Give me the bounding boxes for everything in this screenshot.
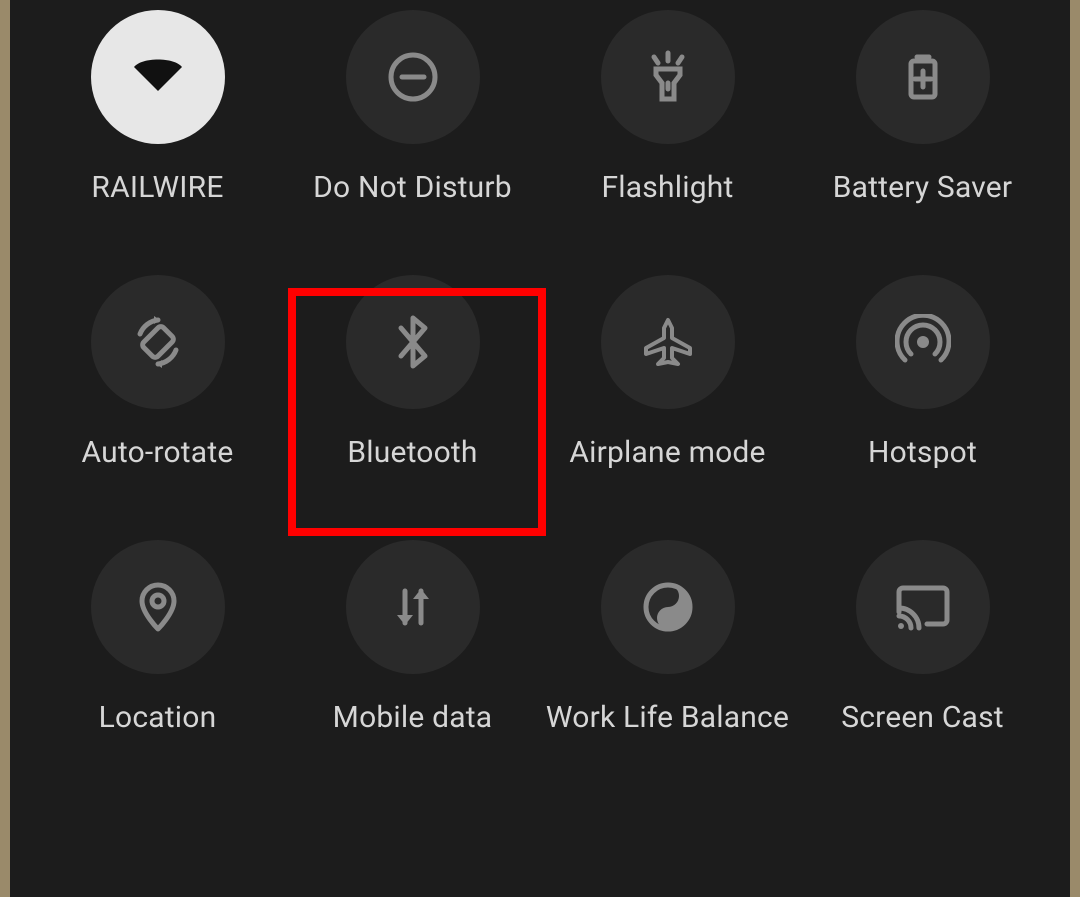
auto-rotate-icon <box>130 314 186 370</box>
flashlight-toggle[interactable] <box>601 10 735 144</box>
tile-mobile-data: Mobile data <box>285 540 540 735</box>
tile-label: Do Not Disturb <box>313 170 512 205</box>
wlb-toggle[interactable] <box>601 540 735 674</box>
tile-flashlight: Flashlight <box>540 10 795 205</box>
tile-label: Flashlight <box>602 170 734 205</box>
airplane-icon <box>640 314 696 370</box>
tile-screen-cast: Screen Cast <box>795 540 1050 735</box>
wifi-toggle[interactable] <box>91 10 225 144</box>
tile-location: Location <box>30 540 285 735</box>
tile-battery-saver: Battery Saver <box>795 10 1050 205</box>
screen-cast-icon <box>893 582 953 632</box>
tiles-grid: RAILWIRE Do Not Disturb <box>10 0 1070 735</box>
tile-hotspot: Hotspot <box>795 275 1050 470</box>
bluetooth-icon <box>389 314 437 370</box>
flashlight-icon <box>640 49 696 105</box>
tile-bluetooth: Bluetooth <box>285 275 540 470</box>
hotspot-toggle[interactable] <box>856 275 990 409</box>
bluetooth-toggle[interactable] <box>346 275 480 409</box>
quick-settings-panel: RAILWIRE Do Not Disturb <box>10 0 1070 897</box>
mobile-data-toggle[interactable] <box>346 540 480 674</box>
tile-wlb: Work Life Balance <box>540 540 795 735</box>
tile-label: Location <box>99 700 217 735</box>
tile-label: Work Life Balance <box>546 700 789 735</box>
tile-label: Bluetooth <box>347 435 477 470</box>
battery-saver-icon <box>895 49 951 105</box>
tile-label: Airplane mode <box>569 435 765 470</box>
location-icon <box>134 579 182 635</box>
auto-rotate-toggle[interactable] <box>91 275 225 409</box>
tile-label: Screen Cast <box>841 700 1004 735</box>
airplane-toggle[interactable] <box>601 275 735 409</box>
tile-wifi: RAILWIRE <box>30 10 285 205</box>
tile-label: RAILWIRE <box>91 170 223 205</box>
hotspot-icon <box>895 314 951 370</box>
dnd-icon <box>385 49 441 105</box>
screen-cast-toggle[interactable] <box>856 540 990 674</box>
mobile-data-icon <box>385 579 441 635</box>
tile-label: Hotspot <box>868 435 977 470</box>
wlb-icon <box>642 581 694 633</box>
tile-dnd: Do Not Disturb <box>285 10 540 205</box>
tile-airplane: Airplane mode <box>540 275 795 470</box>
tile-label: Battery Saver <box>833 170 1013 205</box>
dnd-toggle[interactable] <box>346 10 480 144</box>
location-toggle[interactable] <box>91 540 225 674</box>
battery-saver-toggle[interactable] <box>856 10 990 144</box>
tile-label: Mobile data <box>333 700 493 735</box>
tile-auto-rotate: Auto-rotate <box>30 275 285 470</box>
wifi-icon <box>126 45 190 109</box>
tile-label: Auto-rotate <box>82 435 234 470</box>
